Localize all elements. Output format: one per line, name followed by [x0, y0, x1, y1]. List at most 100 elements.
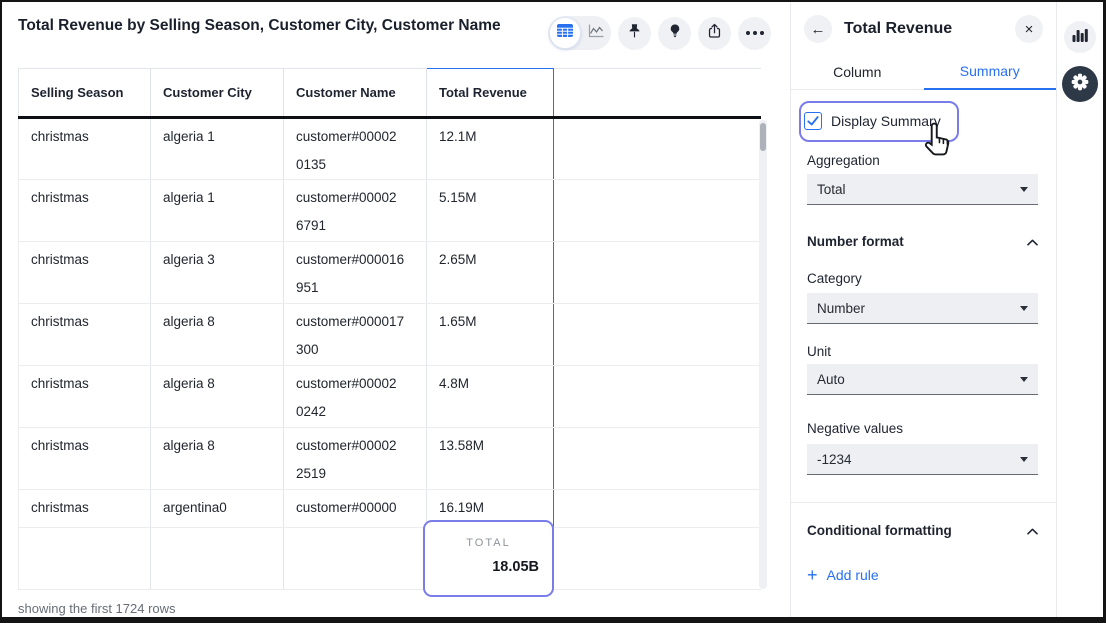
- cell-name[interactable]: customer#00002 6791: [284, 180, 427, 242]
- close-button[interactable]: ×: [1015, 15, 1043, 43]
- negative-values-label: Negative values: [807, 421, 903, 436]
- cell-revenue[interactable]: 13.58M: [427, 428, 554, 490]
- chevron-up-icon[interactable]: [1027, 523, 1038, 538]
- display-summary-row[interactable]: Display Summary: [804, 112, 941, 130]
- negative-values-value: -1234: [817, 452, 852, 467]
- more-options-button[interactable]: [738, 17, 771, 50]
- cell-city[interactable]: algeria 8: [151, 428, 284, 490]
- column-header-customer-name[interactable]: Customer Name: [284, 69, 427, 118]
- column-header-customer-city[interactable]: Customer City: [151, 69, 284, 118]
- tab-summary[interactable]: Summary: [924, 54, 1057, 90]
- app-window: Total Revenue by Selling Season, Custome…: [0, 0, 1106, 623]
- table-header-row: Selling Season Customer City Customer Na…: [19, 69, 761, 118]
- table-view-button[interactable]: [549, 17, 581, 49]
- mouse-cursor-icon: [922, 121, 955, 164]
- tab-column[interactable]: Column: [791, 54, 924, 89]
- table-scrollbar[interactable]: [759, 120, 767, 589]
- aggregation-dropdown[interactable]: Total: [807, 174, 1038, 205]
- table-row: christmas argentina0 customer#00000 16.1…: [19, 490, 761, 528]
- add-rule-label: Add rule: [827, 567, 879, 583]
- cell-city[interactable]: algeria 8: [151, 304, 284, 366]
- cell-season[interactable]: christmas: [19, 366, 151, 428]
- cell-season[interactable]: christmas: [19, 118, 151, 180]
- panel-tabs: Column Summary: [791, 54, 1056, 90]
- table-row: christmas algeria 8 customer#00002 2519 …: [19, 428, 761, 490]
- scrollbar-thumb[interactable]: [760, 123, 766, 151]
- chart-config-button[interactable]: [1064, 21, 1096, 53]
- cell-revenue[interactable]: 1.65M: [427, 304, 554, 366]
- table-row: christmas algeria 8 customer#000017 300 …: [19, 304, 761, 366]
- cell-season[interactable]: christmas: [19, 428, 151, 490]
- column-header-total-revenue[interactable]: Total Revenue: [427, 69, 554, 118]
- table-view-icon: [557, 24, 573, 43]
- display-summary-checkbox[interactable]: [804, 112, 822, 130]
- conditional-formatting-title: Conditional formatting: [807, 523, 952, 538]
- cell-name[interactable]: customer#00002 0242: [284, 366, 427, 428]
- back-icon: ←: [811, 21, 826, 38]
- pin-icon: [626, 22, 643, 45]
- caret-down-icon: [1020, 306, 1028, 311]
- cell-season[interactable]: christmas: [19, 180, 151, 242]
- cell-season[interactable]: christmas: [19, 242, 151, 304]
- lightbulb-icon: [667, 22, 683, 45]
- category-label: Category: [807, 271, 862, 286]
- panel-title: Total Revenue: [844, 20, 1015, 38]
- number-format-title: Number format: [807, 234, 904, 249]
- cell-city[interactable]: algeria 8: [151, 366, 284, 428]
- cell-revenue[interactable]: 5.15M: [427, 180, 554, 242]
- conditional-formatting-section-header[interactable]: Conditional formatting: [807, 523, 1038, 538]
- cell-name[interactable]: customer#000017 300: [284, 304, 427, 366]
- viz-toolbar: [548, 16, 771, 50]
- chart-view-icon: [588, 24, 604, 43]
- share-button[interactable]: [698, 17, 731, 50]
- number-format-section-header[interactable]: Number format: [807, 234, 1038, 249]
- cell-name[interactable]: customer#00002 2519: [284, 428, 427, 490]
- cell-city[interactable]: algeria 1: [151, 118, 284, 180]
- caret-down-icon: [1020, 457, 1028, 462]
- negative-values-dropdown[interactable]: -1234: [807, 444, 1038, 475]
- more-options-icon: [746, 31, 764, 35]
- cell-revenue[interactable]: 2.65M: [427, 242, 554, 304]
- viz-title: Total Revenue by Selling Season, Custome…: [18, 17, 501, 35]
- caret-down-icon: [1020, 187, 1028, 192]
- plus-icon: +: [807, 568, 818, 582]
- cell-revenue[interactable]: 4.8M: [427, 366, 554, 428]
- settings-button[interactable]: [1062, 66, 1098, 102]
- cell-city[interactable]: argentina0: [151, 490, 284, 528]
- caret-down-icon: [1020, 377, 1028, 382]
- row-count-status: showing the first 1724 rows: [18, 601, 176, 616]
- aggregation-label: Aggregation: [807, 153, 880, 168]
- cell-name[interactable]: customer#00002 0135: [284, 118, 427, 180]
- cell-name[interactable]: customer#00000: [284, 490, 427, 528]
- column-settings-panel: ← Total Revenue × Column Summary Display…: [790, 2, 1056, 617]
- table-row: christmas algeria 8 customer#00002 0242 …: [19, 366, 761, 428]
- table-row: christmas algeria 3 customer#000016 951 …: [19, 242, 761, 304]
- close-icon: ×: [1025, 21, 1034, 38]
- category-value: Number: [817, 301, 865, 316]
- chart-view-button[interactable]: [581, 16, 611, 50]
- table-row: christmas algeria 1 customer#00002 6791 …: [19, 180, 761, 242]
- share-icon: [706, 22, 723, 45]
- summary-total-label: TOTAL: [466, 537, 510, 549]
- table-row: christmas algeria 1 customer#00002 0135 …: [19, 118, 761, 180]
- unit-dropdown[interactable]: Auto: [807, 364, 1038, 395]
- insights-button[interactable]: [658, 17, 691, 50]
- back-button[interactable]: ←: [804, 15, 832, 43]
- column-header-selling-season[interactable]: Selling Season: [19, 69, 151, 118]
- summary-total-value: 18.05B: [492, 559, 552, 575]
- panel-header: ← Total Revenue ×: [804, 15, 1043, 43]
- answer-table: Selling Season Customer City Customer Na…: [18, 68, 761, 590]
- cell-season[interactable]: christmas: [19, 490, 151, 528]
- summary-total-cell[interactable]: TOTAL 18.05B: [423, 520, 554, 597]
- cell-city[interactable]: algeria 1: [151, 180, 284, 242]
- cell-revenue[interactable]: 12.1M: [427, 118, 554, 180]
- category-dropdown[interactable]: Number: [807, 293, 1038, 324]
- gear-icon: [1070, 72, 1090, 97]
- cell-city[interactable]: algeria 3: [151, 242, 284, 304]
- aggregation-value: Total: [817, 182, 846, 197]
- pin-button[interactable]: [618, 17, 651, 50]
- add-rule-button[interactable]: + Add rule: [807, 567, 879, 583]
- chevron-up-icon[interactable]: [1027, 234, 1038, 249]
- cell-season[interactable]: christmas: [19, 304, 151, 366]
- cell-name[interactable]: customer#000016 951: [284, 242, 427, 304]
